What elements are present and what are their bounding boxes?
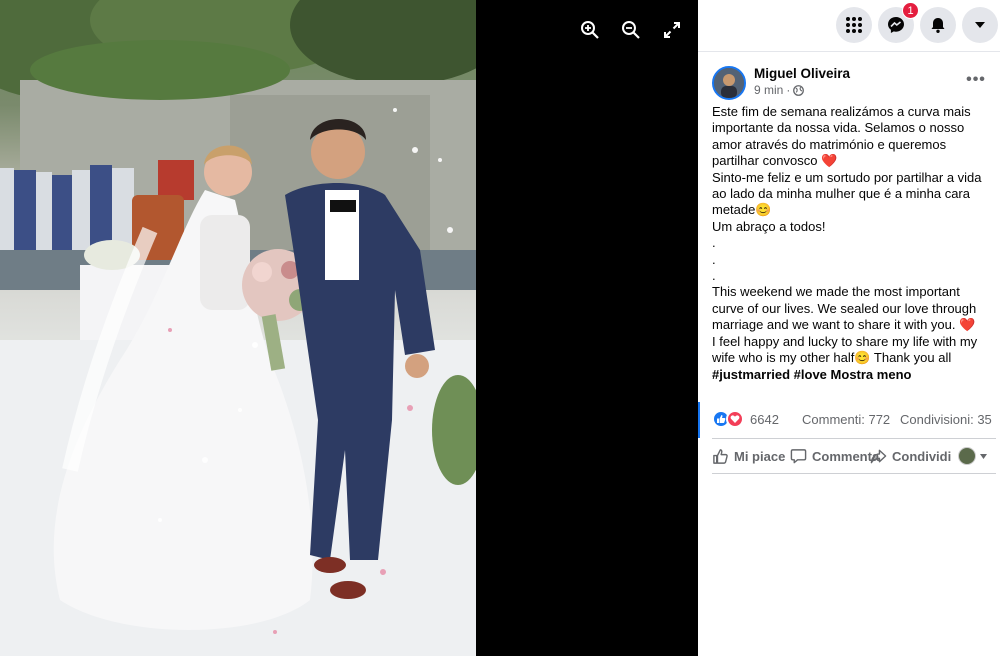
photo-viewer	[0, 0, 698, 656]
more-dots-icon: •••	[966, 71, 986, 88]
comment-button[interactable]: Commenta	[790, 448, 879, 465]
share-button[interactable]: Condividi	[870, 448, 951, 465]
globe-icon	[793, 84, 805, 96]
see-less-link[interactable]: Mostra meno	[831, 367, 912, 382]
share-arrow-icon	[870, 449, 887, 464]
fullscreen-icon	[664, 22, 680, 38]
like-label: Mi piace	[734, 449, 786, 464]
bell-icon	[931, 18, 945, 33]
post-meta: 9 min ·	[754, 83, 805, 97]
share-as-avatar	[958, 447, 976, 465]
post-text-english-body: This weekend we made the most important …	[712, 284, 978, 366]
author-name[interactable]: Miguel Oliveira	[754, 66, 850, 81]
messenger-button[interactable]: 1	[878, 2, 919, 43]
author-avatar[interactable]	[712, 66, 746, 100]
post-text-english: This weekend we made the most important …	[712, 284, 994, 382]
caret-down-icon	[975, 22, 985, 28]
zoom-out-icon	[622, 21, 640, 39]
hashtag-justmarried[interactable]: #justmarried	[712, 367, 790, 382]
zoom-in-button[interactable]	[578, 18, 602, 42]
menu-grid-icon	[846, 17, 862, 33]
post-body: Este fim de semana realizámos a curva ma…	[712, 104, 994, 383]
post-text-portuguese: Este fim de semana realizámos a curva ma…	[712, 104, 982, 234]
account-menu-button[interactable]	[962, 7, 998, 43]
notifications-button[interactable]	[920, 7, 956, 43]
post-header: Miguel Oliveira 9 min · •••	[712, 64, 998, 104]
comments-count[interactable]: Commenti: 772	[802, 412, 890, 427]
notification-badge: 1	[902, 2, 919, 19]
menu-button[interactable]	[836, 7, 872, 43]
thumbs-up-icon	[713, 449, 728, 464]
meta-separator: ·	[786, 83, 791, 97]
fullscreen-button[interactable]	[660, 18, 684, 42]
top-navigation: 1	[698, 0, 1000, 52]
hashtag-love[interactable]: #love	[794, 367, 827, 382]
post-text-separator-dots: . . .	[712, 235, 716, 284]
caret-down-small-icon	[980, 453, 987, 459]
zoom-out-button[interactable]	[619, 18, 643, 42]
post-stats: 6642 Commenti: 772 Condivisioni: 35	[712, 408, 998, 430]
share-label: Condividi	[892, 449, 952, 464]
messenger-icon	[888, 17, 904, 33]
like-button[interactable]: Mi piace	[712, 448, 785, 465]
reactions-summary[interactable]: 6642	[712, 410, 779, 428]
post-actions: Mi piace Commenta Condividi	[712, 438, 996, 474]
scroll-indicator	[698, 402, 700, 438]
post-panel: 1 Miguel Oliveira 9 min · ••• Este fim d…	[698, 0, 1000, 656]
post-time[interactable]: 9 min	[754, 83, 783, 97]
heart-icon	[726, 410, 744, 428]
shares-count[interactable]: Condivisioni: 35	[900, 412, 992, 427]
avatar-image	[714, 68, 744, 98]
comment-icon	[790, 449, 807, 464]
wedding-photo	[0, 0, 476, 656]
more-options-button[interactable]: •••	[964, 70, 988, 90]
share-as-selector[interactable]	[958, 447, 988, 465]
zoom-in-icon	[581, 21, 599, 39]
reaction-count: 6642	[750, 411, 779, 427]
wedding-photo-illustration	[0, 0, 476, 656]
